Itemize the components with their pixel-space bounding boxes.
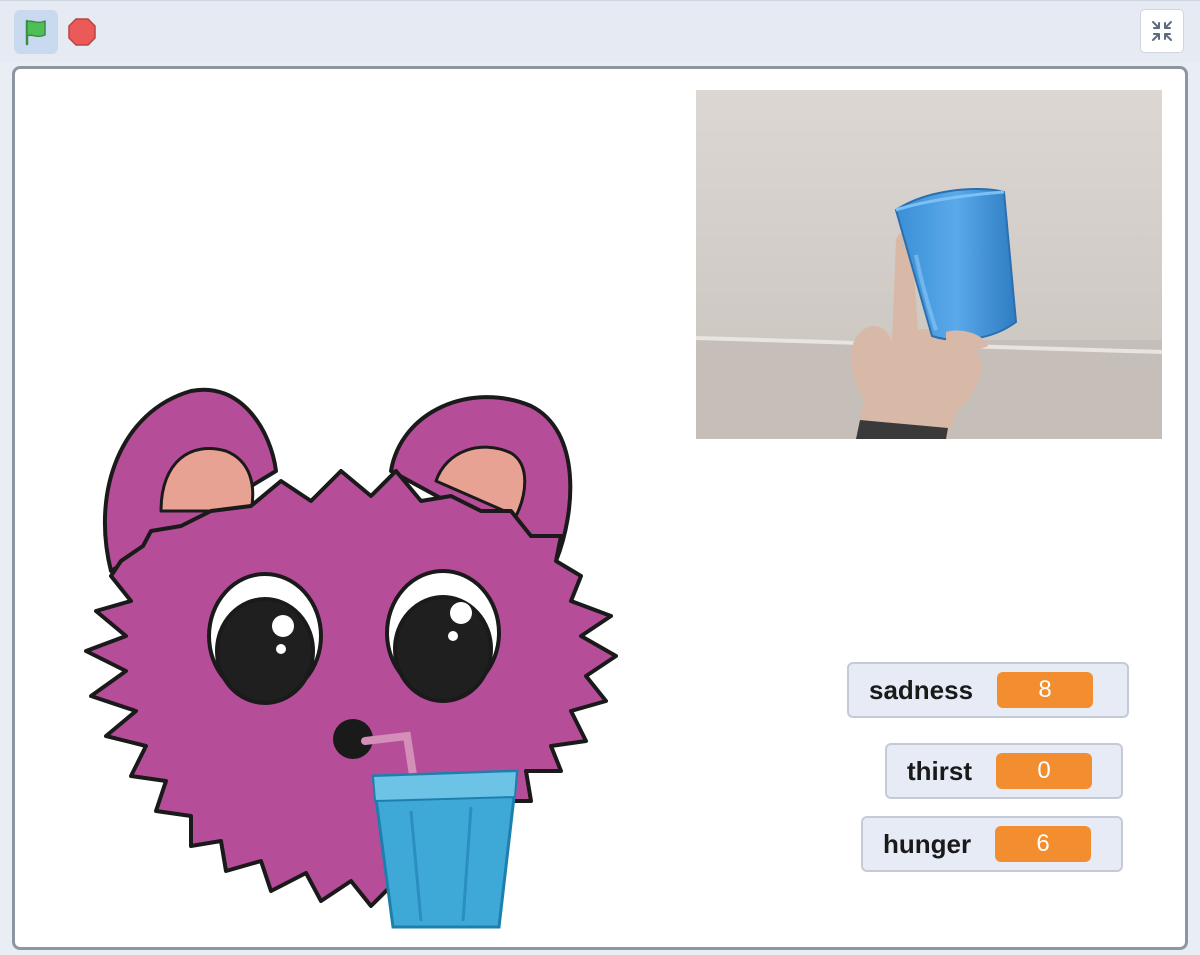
variable-monitor-thirst[interactable]: thirst 0 (885, 743, 1123, 799)
monitor-value: 6 (995, 826, 1092, 862)
variable-monitor-sadness[interactable]: sadness 8 (847, 662, 1129, 718)
toolbar (0, 0, 1200, 62)
monitor-label: sadness (869, 674, 974, 705)
monitor-value: 8 (997, 672, 1094, 708)
green-flag-icon (25, 19, 46, 46)
green-flag-button[interactable] (14, 10, 58, 54)
monster-sprite[interactable] (51, 361, 631, 933)
exit-fullscreen-icon (1152, 21, 1172, 41)
exit-fullscreen-button[interactable] (1140, 9, 1184, 53)
webcam-video-feed (696, 90, 1162, 439)
stop-button[interactable] (62, 12, 102, 52)
monitor-label: thirst (907, 755, 972, 786)
stage[interactable]: sadness 8 thirst 0 hunger 6 (12, 66, 1188, 950)
monitor-label: hunger (883, 828, 972, 859)
stop-sign-icon (68, 18, 96, 46)
monitor-value: 0 (996, 753, 1092, 789)
variable-monitor-hunger[interactable]: hunger 6 (861, 816, 1123, 872)
